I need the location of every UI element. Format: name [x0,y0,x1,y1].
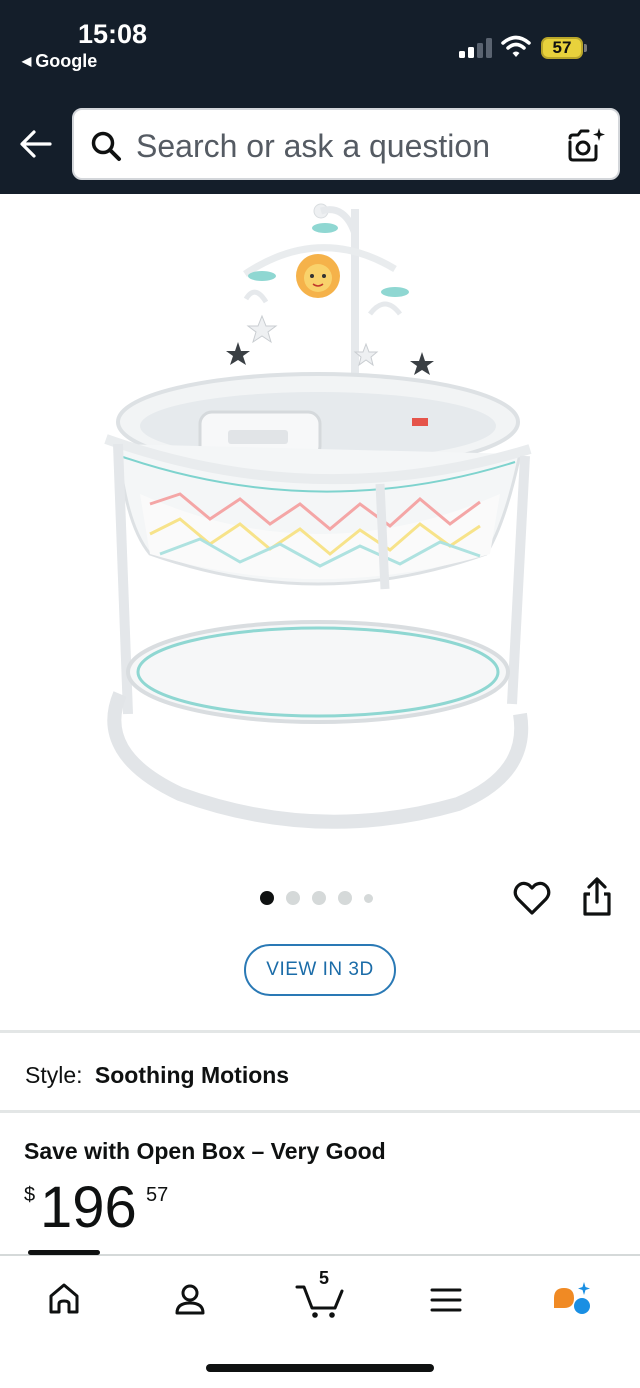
search-icon [91,131,121,161]
carousel-dot[interactable] [364,893,373,903]
carousel-dots[interactable] [260,890,373,906]
wifi-icon [501,35,531,57]
style-label: Style: [25,1062,83,1088]
open-box-offer-title[interactable]: Save with Open Box – Very Good [24,1138,386,1165]
search-input[interactable] [136,128,536,165]
share-icon[interactable] [578,876,616,918]
cellular-signal-icon [459,38,492,58]
price-whole: 196 [40,1175,137,1240]
back-triangle-icon: ◀ [22,54,32,68]
account-icon[interactable] [160,1274,220,1324]
cart-count-badge: 5 [318,1268,329,1288]
camera-lens-icon[interactable] [566,126,606,166]
price-currency: $ [24,1184,36,1206]
section-divider [0,1030,640,1033]
product-image[interactable] [0,194,640,854]
carousel-dot[interactable] [286,891,300,905]
home-indicator-bar [206,1364,434,1372]
battery-level: 57 [552,38,572,57]
carousel-dot[interactable] [312,891,326,905]
menu-icon[interactable] [416,1274,476,1324]
price-fraction: 57 [146,1184,169,1206]
heart-icon[interactable] [512,878,552,918]
rufus-icon[interactable] [544,1274,604,1324]
back-arrow-icon[interactable] [18,126,54,162]
section-divider [0,1110,640,1113]
status-time: 15:08 [78,19,148,49]
home-icon[interactable] [34,1274,94,1324]
search-bar[interactable] [72,108,620,180]
top-header: 15:08 ◀ Google 57 [0,0,640,194]
style-selector[interactable]: Style: Soothing Motions [25,1062,289,1089]
back-app-label: Google [35,51,98,71]
carousel-dot[interactable] [338,891,352,905]
active-tab-indicator [28,1250,100,1255]
battery-icon: 57 [541,37,587,59]
back-to-app-link[interactable]: ◀ Google [22,51,97,72]
style-value: Soothing Motions [94,1062,290,1088]
view-in-3d-button[interactable]: VIEW IN 3D [244,944,396,996]
carousel-dot-active[interactable] [260,891,274,905]
